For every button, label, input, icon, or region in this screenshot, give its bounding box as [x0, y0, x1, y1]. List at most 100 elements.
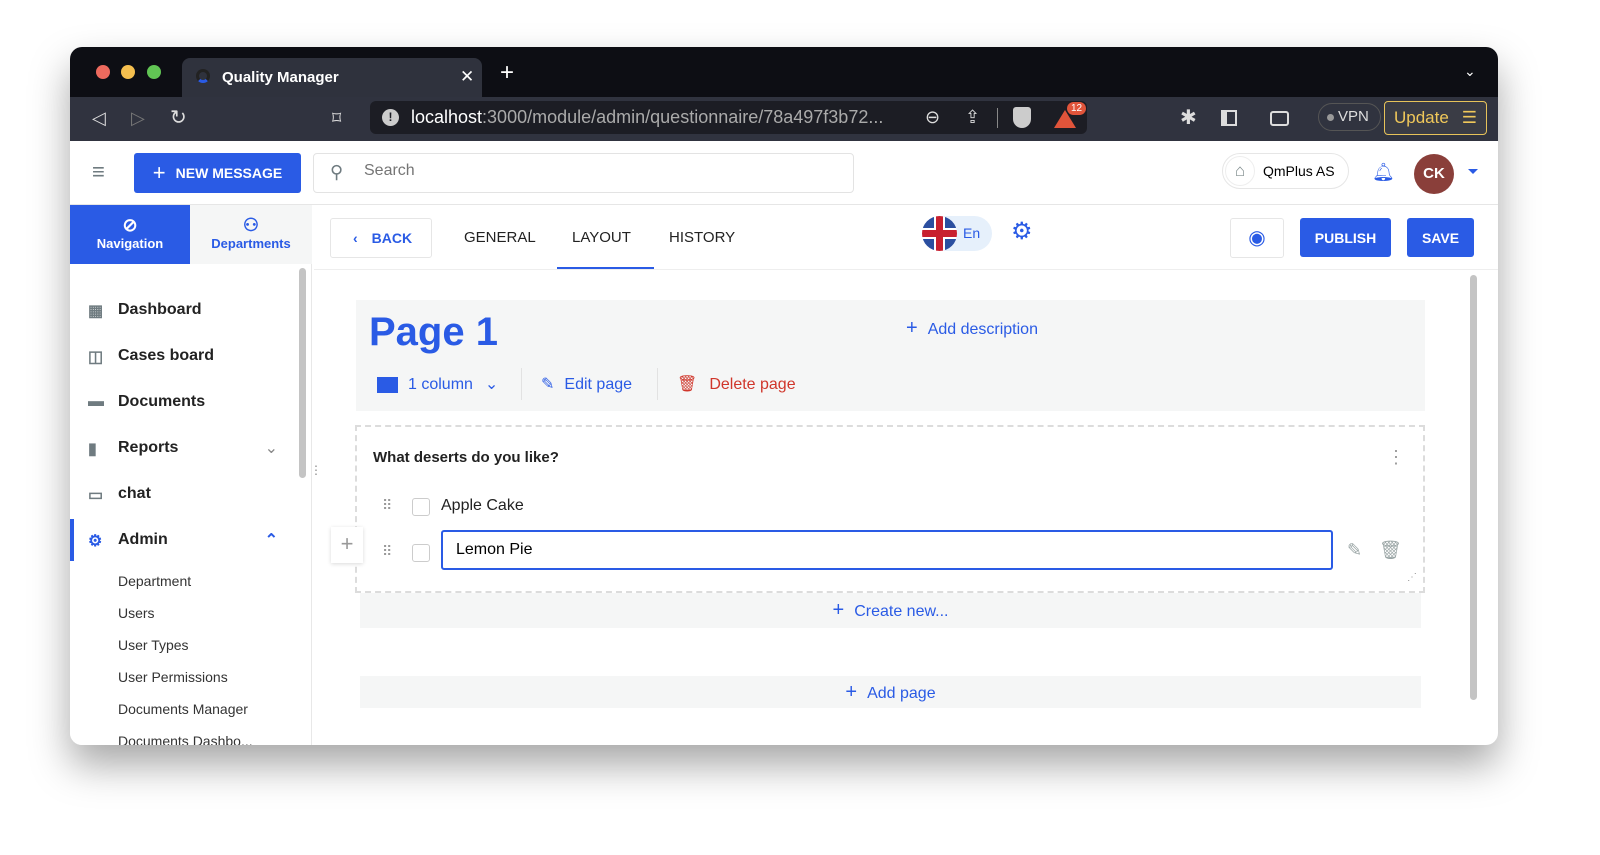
- sidebar-toggle-icon[interactable]: [1221, 110, 1237, 126]
- browser-tab[interactable]: Quality Manager ✕: [182, 58, 482, 97]
- extensions-icon[interactable]: ✱: [1180, 108, 1197, 128]
- bar-chart-icon: ▮: [88, 441, 97, 458]
- address-bar[interactable]: ! localhost:3000/module/admin/questionna…: [370, 101, 1087, 134]
- page-card: Page 1 + Add description 1 column ⌄ ✎ Edit …: [356, 300, 1425, 411]
- sidebar-item-dashboard[interactable]: ▦ Dashboard: [88, 301, 202, 320]
- edit-page-button[interactable]: ✎ Edit page: [541, 374, 632, 394]
- add-block-button[interactable]: +: [331, 527, 363, 563]
- delete-page-button[interactable]: 🗑︎ Delete page: [677, 374, 796, 394]
- sidebar-item-documents[interactable]: ▬ Documents: [88, 393, 205, 411]
- app-header: ≡ +NEW MESSAGE ⚲ ⌂ QmPlus AS 🔔︎ CK: [70, 141, 1498, 205]
- close-tab-icon[interactable]: ✕: [460, 67, 474, 87]
- create-new-button[interactable]: + Create new...: [360, 593, 1421, 628]
- publish-button[interactable]: PUBLISH: [1300, 218, 1391, 257]
- more-options-icon[interactable]: ⋮: [1387, 447, 1405, 468]
- search-icon: ⚲: [330, 162, 344, 182]
- sidebar-subitem-documents-manager[interactable]: Documents Manager: [118, 701, 248, 717]
- update-button[interactable]: Update ☰: [1384, 101, 1487, 135]
- board-icon: ◫: [88, 349, 104, 366]
- org-chart-icon: ⚇: [242, 215, 260, 235]
- language-selector[interactable]: En: [922, 216, 992, 251]
- search-input[interactable]: [364, 162, 834, 180]
- sidebar-subitem-user-types[interactable]: User Types: [118, 637, 189, 653]
- sidebar-subitem-user-permissions[interactable]: User Permissions: [118, 669, 228, 685]
- save-button[interactable]: SAVE: [1407, 218, 1474, 257]
- trash-icon[interactable]: 🗑︎: [1379, 540, 1402, 561]
- maximize-window-button[interactable]: [147, 65, 161, 79]
- dashboard-icon: ▦: [88, 303, 104, 320]
- sidebar-item-cases-board[interactable]: ◫ Cases board: [88, 347, 214, 366]
- reload-icon[interactable]: ↻: [170, 108, 187, 128]
- company-selector[interactable]: ⌂ QmPlus AS: [1222, 153, 1349, 189]
- back-button[interactable]: ‹ BACK: [330, 218, 432, 258]
- sidebar-subitem-users[interactable]: Users: [118, 605, 155, 621]
- admin-gear-icon: ⚙: [88, 533, 103, 550]
- drag-handle-icon[interactable]: ⠿: [382, 497, 392, 514]
- sidebar-scrollbar[interactable]: [299, 268, 306, 478]
- option-checkbox[interactable]: [412, 544, 430, 562]
- sidebar-item-admin[interactable]: ⚙ Admin ⌃: [88, 531, 278, 550]
- add-page-button[interactable]: + Add page: [360, 676, 1421, 708]
- sidebar-item-reports[interactable]: ▮ Reports ⌄: [88, 439, 278, 458]
- option-label[interactable]: Apple Cake: [441, 497, 524, 515]
- editor-toolbar: ‹ BACK GENERAL LAYOUT HISTORY En ⚙ ◉ PUBL…: [314, 205, 1498, 270]
- question-text[interactable]: What deserts do you like?: [373, 449, 559, 466]
- column-selector[interactable]: 1 column ⌄: [377, 374, 498, 394]
- back-icon[interactable]: ◁: [92, 109, 106, 127]
- chevron-down-icon: ⌄: [264, 440, 278, 457]
- company-name: QmPlus AS: [1263, 163, 1335, 179]
- close-window-button[interactable]: [96, 65, 110, 79]
- pencil-icon: ✎: [541, 376, 555, 393]
- home-icon: ⌂: [1225, 156, 1255, 186]
- share-icon[interactable]: ⇪: [965, 108, 980, 126]
- window-icon: ▭: [88, 487, 104, 504]
- user-menu-caret-icon[interactable]: [1468, 169, 1478, 179]
- preview-eye-button[interactable]: ◉: [1230, 218, 1284, 258]
- zoom-out-icon[interactable]: ⊖: [925, 108, 940, 126]
- info-icon[interactable]: !: [382, 109, 399, 126]
- content-scrollbar[interactable]: [1470, 275, 1477, 700]
- pencil-icon[interactable]: ✎: [1347, 540, 1362, 561]
- option-checkbox[interactable]: [412, 498, 430, 516]
- user-avatar[interactable]: CK: [1414, 154, 1454, 194]
- sidebar-item-chat[interactable]: ▭ chat: [88, 485, 151, 504]
- option-text-input[interactable]: [441, 530, 1333, 570]
- divider: [997, 108, 998, 128]
- hamburger-menu-icon[interactable]: ≡: [92, 161, 105, 183]
- vpn-button[interactable]: VPN: [1318, 103, 1381, 131]
- app-favicon-icon: [196, 69, 210, 83]
- notification-bell-icon[interactable]: 🔔︎: [1372, 162, 1395, 183]
- bookmark-icon[interactable]: ⌑: [332, 109, 341, 127]
- resize-handle-icon[interactable]: ⋰: [1407, 572, 1417, 583]
- sidebar-subitem-documents-dashboard[interactable]: Documents Dashbo...: [118, 733, 253, 745]
- sidebar-tab-navigation[interactable]: ⊘ Navigation: [70, 205, 190, 264]
- sidebar-subitem-department[interactable]: Department: [118, 573, 191, 589]
- url-path: :3000/module/admin/questionnaire/78a497f…: [482, 107, 884, 127]
- wallet-icon[interactable]: [1270, 111, 1289, 126]
- new-message-button[interactable]: + NEW MESSAGE: [134, 153, 301, 193]
- brave-shield-icon[interactable]: [1013, 107, 1031, 128]
- sidebar: ⊘ Navigation ⚇ Departments ▦ Dashboard ◫ Cas…: [70, 205, 322, 745]
- minimize-window-button[interactable]: [121, 65, 135, 79]
- forward-icon[interactable]: ▷: [131, 109, 145, 127]
- tab-bar: Quality Manager ✕ + ⌄: [70, 47, 1498, 97]
- search-box[interactable]: ⚲: [313, 153, 854, 193]
- settings-gear-icon[interactable]: ⚙: [1011, 220, 1033, 244]
- active-indicator: [70, 519, 74, 561]
- uk-flag-icon: [922, 216, 957, 251]
- url-host: localhost: [411, 107, 483, 127]
- tab-history[interactable]: HISTORY: [669, 229, 735, 246]
- tab-list-chevron-icon[interactable]: ⌄: [1464, 63, 1476, 80]
- tab-layout[interactable]: LAYOUT: [572, 229, 631, 246]
- active-tab-underline: [557, 267, 654, 269]
- chevron-down-icon: ⌄: [484, 376, 499, 393]
- question-block[interactable]: What deserts do you like? ⋮ ⠿ Apple Cake…: [331, 425, 1425, 593]
- sidebar-tab-departments[interactable]: ⚇ Departments: [190, 205, 312, 264]
- new-tab-button[interactable]: +: [500, 61, 514, 85]
- browser-toolbar: ◁ ▷ ↻ ⌑ ! localhost:3000/module/admin/qu…: [70, 97, 1498, 141]
- compass-icon: ⊘: [122, 215, 138, 235]
- add-description-link[interactable]: + Add description: [906, 317, 1038, 340]
- page-title[interactable]: Page 1: [369, 310, 498, 355]
- tab-general[interactable]: GENERAL: [464, 229, 536, 246]
- drag-handle-icon[interactable]: ⠿: [382, 543, 392, 560]
